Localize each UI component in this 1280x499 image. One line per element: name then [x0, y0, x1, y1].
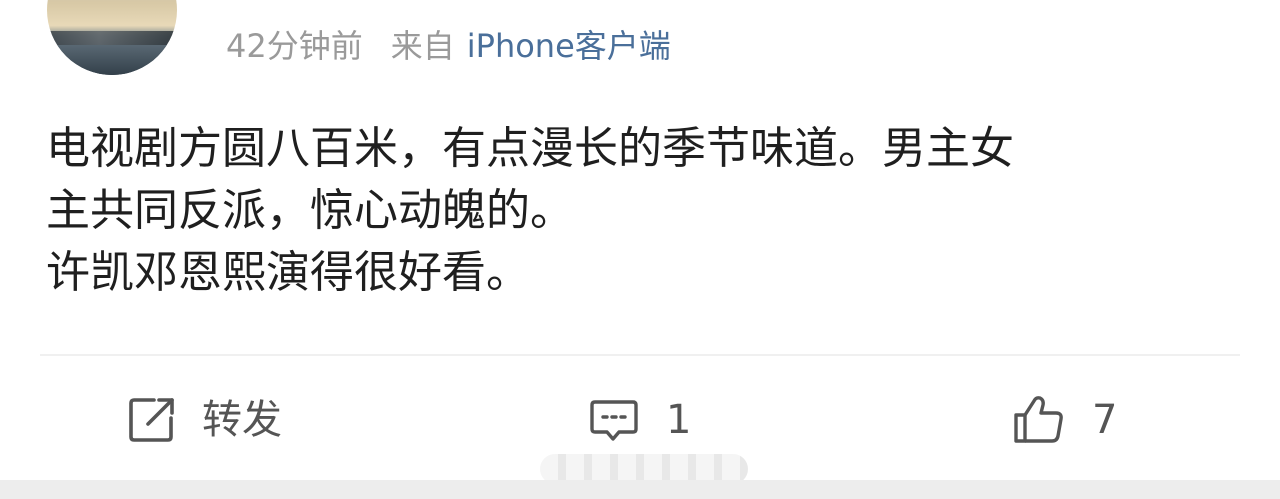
thumbs-up-icon — [1012, 393, 1066, 447]
bottom-bar — [0, 480, 1280, 499]
avatar-water — [47, 45, 177, 75]
post-time: 42分钟前 — [226, 27, 363, 65]
like-count: 7 — [1092, 397, 1118, 443]
comment-count: 1 — [666, 397, 692, 443]
like-button[interactable]: 7 — [1012, 392, 1117, 448]
post-text-line: 电视剧方圆八百米，有点漫长的季节味道。男主女 — [46, 123, 1014, 174]
post-content: 电视剧方圆八百米，有点漫长的季节味道。男主女 主共同反派，惊心动魄的。 许凯邓恩… — [46, 118, 1246, 304]
post-meta: 42分钟前 来自 iPhone客户端 — [226, 24, 671, 68]
post-card: 42分钟前 来自 iPhone客户端 电视剧方圆八百米，有点漫长的季节味道。男主女 … — [0, 0, 1280, 480]
share-icon — [126, 394, 178, 446]
post-text-line: 许凯邓恩熙演得很好看。 — [46, 247, 530, 298]
avatar-landscape — [47, 31, 177, 45]
repost-label: 转发 — [202, 397, 282, 443]
source-name-link[interactable]: iPhone客户端 — [467, 27, 671, 65]
avatar[interactable] — [47, 0, 177, 75]
post-text-line: 主共同反派，惊心动魄的。 — [46, 185, 574, 236]
comment-icon — [588, 394, 640, 446]
source-label: 来自 — [390, 27, 455, 65]
divider — [40, 354, 1240, 356]
comment-button[interactable]: 1 — [588, 392, 691, 448]
repost-button[interactable]: 转发 — [126, 392, 282, 448]
